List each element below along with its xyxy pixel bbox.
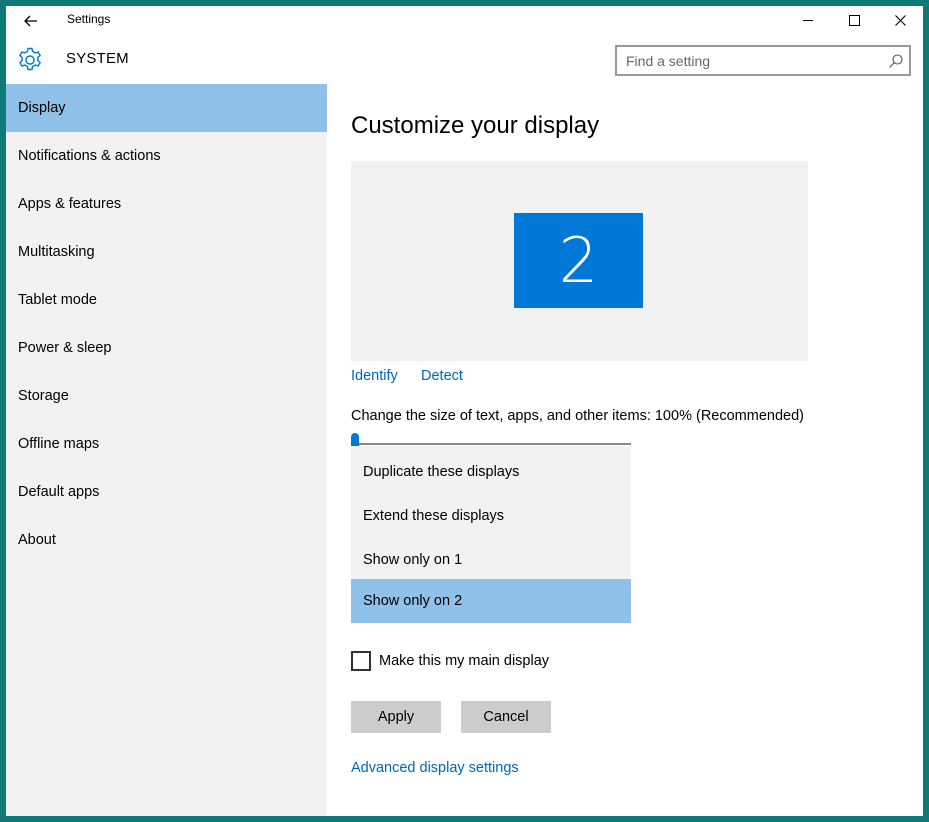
search-box[interactable] [615,45,911,76]
display-arrangement-area: 2 [351,161,808,361]
close-button[interactable] [877,6,923,34]
detect-link[interactable]: Detect [421,368,463,384]
option-extend[interactable]: Extend these displays [351,494,631,538]
multiple-displays-dropdown[interactable]: Duplicate these displays Extend these di… [351,446,631,623]
maximize-button[interactable] [831,6,877,34]
sidebar-item-tablet-mode[interactable]: Tablet mode [6,276,327,324]
sidebar-item-default-apps[interactable]: Default apps [6,468,327,516]
gear-icon [19,47,41,71]
main-display-row: Make this my main display [351,651,549,671]
minimize-button[interactable] [785,6,831,34]
sidebar-item-about[interactable]: About [6,516,327,564]
sidebar-item-multitasking[interactable]: Multitasking [6,228,327,276]
main-display-label: Make this my main display [379,653,550,669]
scale-label: Change the size of text, apps, and other… [351,408,804,424]
back-arrow-icon [24,15,37,27]
section-title: SYSTEM [66,50,129,67]
settings-window: Settings SYSTEM Find a setting Display N… [6,6,923,816]
search-input[interactable] [617,47,885,74]
sidebar-item-display[interactable]: Display [6,84,327,132]
scale-slider-track[interactable] [351,443,631,445]
option-show-only-2[interactable]: Show only on 2 [351,579,631,623]
main-display-checkbox[interactable] [351,651,371,671]
search-icon[interactable] [888,53,904,69]
sidebar-item-notifications[interactable]: Notifications & actions [6,132,327,180]
advanced-display-settings-link[interactable]: Advanced display settings [351,760,519,776]
back-button[interactable] [16,10,46,32]
close-icon [894,14,906,26]
apply-button[interactable]: Apply [351,701,441,733]
minimize-icon [802,19,813,21]
sidebar-item-offline-maps[interactable]: Offline maps [6,420,327,468]
title-bar: Settings [6,6,923,34]
cancel-button[interactable]: Cancel [461,701,551,733]
main-content: Customize your display 2 Identify Detect… [327,84,923,816]
sidebar-nav: Display Notifications & actions Apps & f… [6,84,327,816]
sidebar-item-power-sleep[interactable]: Power & sleep [6,324,327,372]
sidebar-item-apps-features[interactable]: Apps & features [6,180,327,228]
settings-header: SYSTEM [6,34,923,84]
page-title: Customize your display [351,112,600,139]
window-title: Settings [67,12,111,26]
identify-link[interactable]: Identify [351,368,398,384]
sidebar-item-storage[interactable]: Storage [6,372,327,420]
option-show-only-1[interactable]: Show only on 1 [351,538,631,582]
option-duplicate[interactable]: Duplicate these displays [351,450,631,494]
monitor-2-tile[interactable]: 2 [514,213,643,308]
maximize-icon [848,14,860,26]
